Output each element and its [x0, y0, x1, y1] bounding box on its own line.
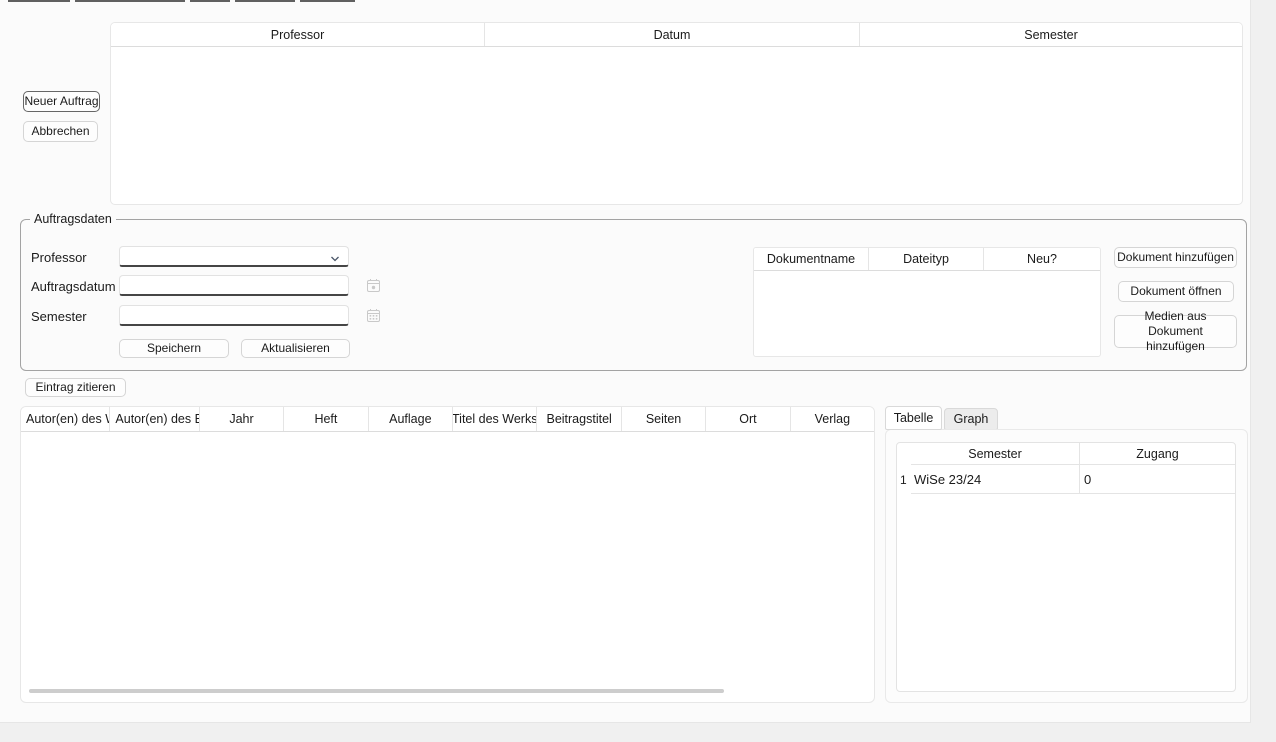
- save-button[interactable]: Speichern: [119, 339, 229, 358]
- screen: { "colors": { "window_bg": "#fbfbfb", "d…: [0, 0, 1276, 742]
- citations-column-contribution-title[interactable]: Beitragstitel: [536, 407, 620, 431]
- tab-tabelle-label: Tabelle: [894, 411, 934, 425]
- stats-column-semester[interactable]: Semester: [911, 443, 1080, 465]
- cancel-button[interactable]: Abbrechen: [23, 121, 98, 142]
- add-document-button[interactable]: Dokument hinzufügen: [1114, 247, 1237, 268]
- documents-table-header: Dokumentname Dateityp Neu?: [754, 248, 1100, 271]
- chevron-down-icon: [329, 252, 341, 270]
- calendar-grid-icon[interactable]: [366, 308, 381, 328]
- orders-table-body: [111, 47, 1242, 205]
- professor-label: Professor: [31, 250, 87, 266]
- documents-table: Dokumentname Dateityp Neu?: [753, 247, 1101, 357]
- citations-table: Autor(en) des Werks Autor(en) des Beitra…: [20, 406, 875, 703]
- documents-column-name[interactable]: Dokumentname: [754, 248, 868, 270]
- window-top-edge-segment: [190, 0, 230, 2]
- app-window: Professor Datum Semester Neuer Auftrag A…: [0, 0, 1251, 723]
- citations-column-work-authors[interactable]: Autor(en) des Werks: [21, 407, 109, 431]
- orders-table: Professor Datum Semester: [110, 22, 1243, 205]
- citations-column-edition[interactable]: Auflage: [368, 407, 452, 431]
- stats-cell-zugang[interactable]: 0: [1080, 465, 1235, 494]
- tab-graph[interactable]: Graph: [944, 408, 998, 430]
- order-form-title: Auftragsdaten: [30, 211, 116, 227]
- orders-column-datum[interactable]: Datum: [484, 23, 859, 46]
- citations-column-year[interactable]: Jahr: [199, 407, 283, 431]
- citations-column-pages[interactable]: Seiten: [621, 407, 705, 431]
- professor-combobox[interactable]: [119, 246, 349, 267]
- window-top-edge-segment: [300, 0, 355, 2]
- horizontal-scrollbar-thumb[interactable]: [29, 689, 724, 693]
- stats-cell-semester[interactable]: WiSe 23/24: [911, 465, 1080, 494]
- window-top-edge-segment: [75, 0, 185, 2]
- citations-column-publisher[interactable]: Verlag: [790, 407, 874, 431]
- calendar-today-icon[interactable]: [366, 278, 381, 298]
- citations-table-header: Autor(en) des Werks Autor(en) des Beitra…: [21, 407, 874, 432]
- add-document-button-label: Dokument hinzufügen: [1117, 250, 1234, 265]
- save-button-label: Speichern: [147, 341, 201, 356]
- stats-tab-panel: Semester Zugang 1 WiSe 23/24 0: [885, 429, 1248, 703]
- order-form-groupbox: Auftragsdaten Professor Auftragsdatum Se…: [20, 219, 1247, 371]
- semester-label: Semester: [31, 309, 87, 325]
- order-date-input[interactable]: [119, 275, 349, 296]
- add-media-from-document-button[interactable]: Medien aus Dokument hinzufügen: [1114, 315, 1237, 348]
- tab-tabelle[interactable]: Tabelle: [885, 406, 942, 430]
- citations-column-place[interactable]: Ort: [705, 407, 789, 431]
- tab-graph-label: Graph: [954, 412, 989, 426]
- add-media-from-document-button-label: Medien aus Dokument hinzufügen: [1118, 309, 1233, 354]
- refresh-button-label: Aktualisieren: [261, 341, 330, 356]
- new-order-button-label: Neuer Auftrag: [24, 94, 98, 109]
- cite-entry-button[interactable]: Eintrag zitieren: [25, 378, 126, 397]
- citations-column-issue[interactable]: Heft: [283, 407, 367, 431]
- documents-column-new[interactable]: Neu?: [983, 248, 1100, 270]
- stats-row-number[interactable]: 1: [900, 465, 911, 494]
- refresh-button[interactable]: Aktualisieren: [241, 339, 350, 358]
- stats-column-zugang[interactable]: Zugang: [1080, 443, 1235, 465]
- citations-column-contribution-authors[interactable]: Autor(en) des Beitrags: [109, 407, 198, 431]
- documents-column-filetype[interactable]: Dateityp: [868, 248, 983, 270]
- documents-table-body: [754, 271, 1100, 357]
- cite-entry-button-label: Eintrag zitieren: [35, 380, 115, 395]
- orders-table-header: Professor Datum Semester: [111, 23, 1242, 47]
- orders-column-professor[interactable]: Professor: [111, 23, 484, 46]
- semester-stats-table: Semester Zugang 1 WiSe 23/24 0: [896, 442, 1236, 692]
- orders-column-semester[interactable]: Semester: [859, 23, 1242, 46]
- window-top-edge-segment: [8, 0, 70, 2]
- open-document-button[interactable]: Dokument öffnen: [1118, 281, 1234, 302]
- open-document-button-label: Dokument öffnen: [1130, 284, 1221, 299]
- order-date-label: Auftragsdatum: [31, 279, 116, 295]
- citations-table-body: [21, 432, 874, 697]
- window-top-edge-segment: [235, 0, 295, 2]
- citations-column-work-title[interactable]: Titel des Werks: [452, 407, 536, 431]
- cancel-button-label: Abbrechen: [31, 124, 89, 139]
- new-order-button[interactable]: Neuer Auftrag: [23, 91, 100, 112]
- semester-input[interactable]: [119, 305, 349, 326]
